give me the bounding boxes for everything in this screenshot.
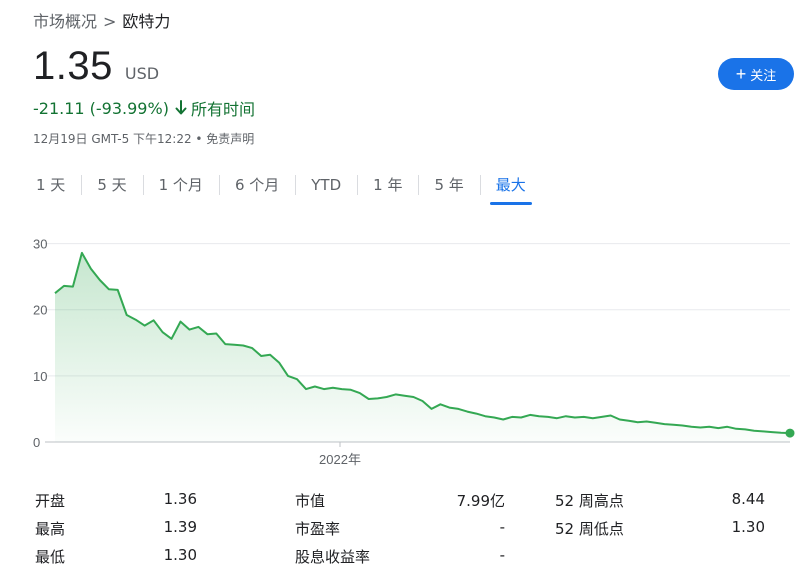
last-price-point — [785, 428, 795, 438]
stat-high-value: 1.39 — [163, 518, 197, 536]
quote-timestamp: 12月19日 GMT-5 下午12:22 • 免责声明 — [33, 132, 255, 146]
arrow-down-icon — [175, 100, 187, 115]
stat-pe-label: 市盈率 — [295, 520, 341, 538]
stat-52w-high-value: 8.44 — [731, 490, 765, 508]
stat-pe-value: - — [499, 518, 505, 536]
tab-1-day[interactable]: 1 天 — [20, 173, 81, 197]
current-price: 1.35 — [33, 44, 113, 88]
stat-52w-low-value: 1.30 — [731, 518, 765, 536]
stat-row: 最低 1.30 股息收益率 - — [35, 546, 775, 574]
tab-max[interactable]: 最大 — [479, 173, 542, 205]
breadcrumb-parent-link[interactable]: 市场概况 — [33, 12, 97, 31]
stat-open-value: 1.36 — [163, 490, 197, 508]
price-area — [55, 252, 790, 442]
stat-low-label: 最低 — [35, 548, 66, 566]
stat-dividend-yield-label: 股息收益率 — [295, 548, 371, 566]
stat-52w-low-label: 52 周低点 — [555, 520, 624, 538]
follow-button-label: 关注 — [750, 67, 777, 83]
stat-52w-high-label: 52 周高点 — [555, 492, 624, 510]
tab-1-month[interactable]: 1 个月 — [142, 173, 219, 197]
stat-dividend-yield-value: - — [499, 546, 505, 564]
breadcrumb-separator: > — [103, 12, 117, 31]
breadcrumb-current: 欧特力 — [122, 12, 171, 31]
price-change-row: -21.11 (-93.99%) 所有时间 — [33, 96, 255, 120]
tab-ytd[interactable]: YTD — [295, 173, 357, 197]
y-tick-label: 0 — [33, 435, 40, 450]
tab-5-day[interactable]: 5 天 — [81, 173, 142, 197]
stat-row: 最高 1.39 市盈率 - 52 周低点 1.30 — [35, 518, 775, 546]
y-tick-label: 10 — [33, 369, 47, 384]
price-chart: 30 20 10 0 2022年 — [33, 237, 795, 467]
x-tick-label: 2022年 — [319, 452, 361, 467]
period-label: 所有时间 — [190, 100, 255, 119]
stat-market-cap-label: 市值 — [295, 492, 326, 510]
price-change: -21.11 (-93.99%) — [33, 98, 169, 118]
price-row: 1.35 USD — [33, 44, 159, 89]
breadcrumb: 市场概况 > 欧特力 — [33, 8, 170, 32]
tab-6-month[interactable]: 6 个月 — [218, 173, 295, 197]
y-tick-label: 20 — [33, 303, 47, 318]
currency-label: USD — [124, 64, 160, 83]
stat-high-label: 最高 — [35, 520, 66, 538]
tab-5-year[interactable]: 5 年 — [418, 173, 479, 197]
stat-row: 开盘 1.36 市值 7.99亿 52 周高点 8.44 — [35, 490, 775, 518]
stat-market-cap-value: 7.99亿 — [456, 492, 505, 510]
stat-open-label: 开盘 — [35, 492, 66, 510]
plus-icon: + — [735, 64, 747, 84]
follow-button[interactable]: + 关注 — [718, 58, 794, 90]
range-tabs: 1 天5 天1 个月 6 个月 YTD 1 年5 年最大 — [20, 170, 542, 205]
tab-1-year[interactable]: 1 年 — [357, 173, 418, 197]
y-tick-label: 30 — [33, 237, 47, 252]
stat-low-value: 1.30 — [163, 546, 197, 564]
